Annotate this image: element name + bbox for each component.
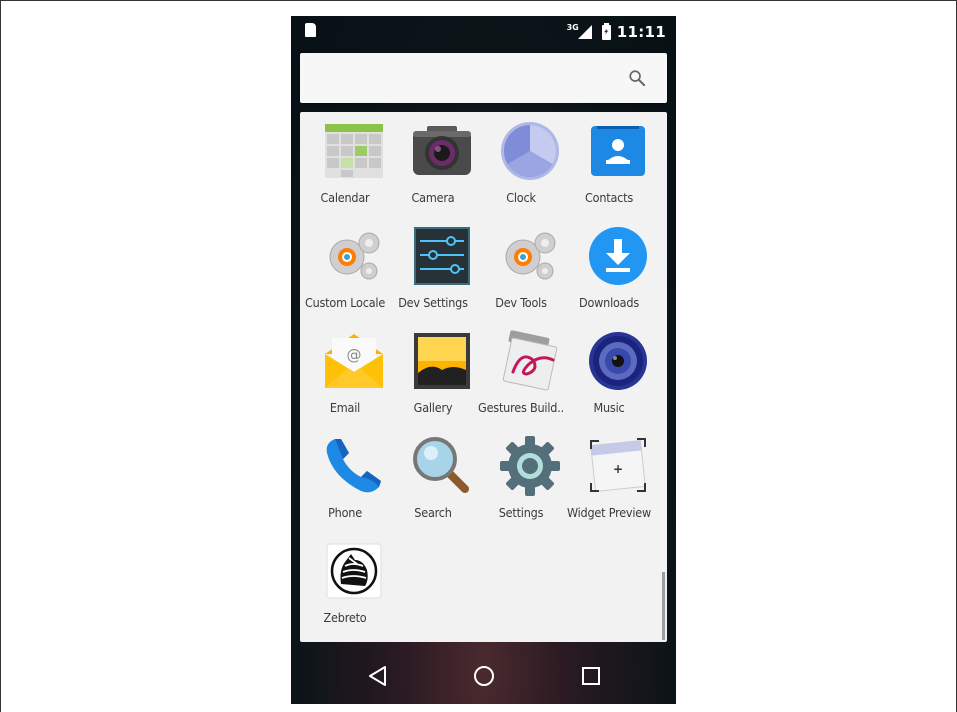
- app-label: Dev Tools: [495, 295, 547, 310]
- app-search[interactable]: Search: [389, 427, 477, 527]
- phone-screen: 3G 11:11 Calendar Camera Clock Contacts …: [291, 16, 676, 704]
- app-label: Phone: [328, 505, 362, 520]
- app-label: Music: [593, 400, 625, 415]
- camera-icon: [413, 126, 471, 175]
- app-label: Dev Settings: [398, 295, 468, 310]
- home-icon[interactable]: [471, 663, 497, 689]
- app-label: Search: [414, 505, 452, 520]
- app-label: Contacts: [584, 190, 633, 205]
- app-phone[interactable]: Phone: [301, 427, 389, 527]
- signal-strength-icon: [577, 25, 592, 39]
- status-time: 11:11: [616, 23, 666, 41]
- network-type-label: 3G: [566, 22, 579, 32]
- app-label: Camera: [411, 190, 455, 205]
- svg-text:@: @: [347, 346, 362, 364]
- battery-charging-icon: [601, 22, 611, 40]
- app-label: Widget Preview: [566, 505, 652, 520]
- drawer-scrollbar[interactable]: [662, 572, 665, 640]
- email-icon: @: [325, 334, 383, 388]
- app-music[interactable]: Music: [565, 322, 653, 422]
- dev-settings-icon: [414, 227, 470, 285]
- app-label: Gallery: [413, 400, 453, 415]
- app-gestures-builder[interactable]: Gestures Build..: [477, 322, 565, 422]
- custom-locale-icon: [329, 232, 380, 280]
- app-label: Gestures Build..: [478, 400, 564, 415]
- app-label: Calendar: [320, 190, 370, 205]
- app-label: Custom Locale: [304, 295, 386, 310]
- gestures-builder-icon: [502, 330, 558, 391]
- phone-icon: [326, 439, 381, 493]
- app-custom-locale[interactable]: Custom Locale: [301, 217, 389, 317]
- navigation-bar: [291, 648, 676, 704]
- back-icon[interactable]: [365, 663, 391, 689]
- dev-tools-icon: [505, 232, 556, 280]
- zebra-icon: [326, 543, 382, 599]
- status-icons: 3G 11:11: [567, 21, 666, 43]
- app-downloads[interactable]: Downloads: [565, 217, 653, 317]
- app-label: Email: [329, 400, 361, 415]
- svg-text:+: +: [613, 462, 623, 476]
- gallery-icon: [414, 333, 470, 389]
- app-camera[interactable]: Camera: [389, 112, 477, 212]
- music-icon: [589, 332, 647, 390]
- app-label: Clock: [506, 190, 536, 205]
- downloads-icon: [589, 227, 647, 285]
- app-calendar[interactable]: Calendar: [301, 112, 389, 212]
- widget-preview-icon: +: [590, 438, 646, 493]
- app-label: Zebreto: [323, 610, 367, 625]
- search-icon[interactable]: [628, 69, 646, 87]
- app-label: Settings: [498, 505, 544, 520]
- app-zebreto[interactable]: Zebreto: [301, 532, 389, 632]
- recents-icon[interactable]: [578, 663, 604, 689]
- app-settings[interactable]: Settings: [477, 427, 565, 527]
- status-bar: 3G 11:11: [291, 16, 676, 48]
- app-drawer[interactable]: Calendar Camera Clock Contacts Custom Lo…: [300, 112, 667, 642]
- app-dev-settings[interactable]: Dev Settings: [389, 217, 477, 317]
- app-contacts[interactable]: Contacts: [565, 112, 653, 212]
- app-widget-preview[interactable]: + Widget Preview: [565, 427, 653, 527]
- settings-gear-icon: [500, 436, 560, 496]
- sd-card-icon: [305, 23, 316, 37]
- app-email[interactable]: @ Email: [301, 322, 389, 422]
- app-label: Downloads: [579, 295, 639, 310]
- contacts-icon: [591, 126, 645, 176]
- app-search-bar[interactable]: [300, 53, 667, 103]
- app-clock[interactable]: Clock: [477, 112, 565, 212]
- calendar-icon: [325, 124, 383, 178]
- clock-icon: [501, 122, 559, 180]
- app-gallery[interactable]: Gallery: [389, 322, 477, 422]
- app-dev-tools[interactable]: Dev Tools: [477, 217, 565, 317]
- magnifier-icon: [413, 437, 469, 493]
